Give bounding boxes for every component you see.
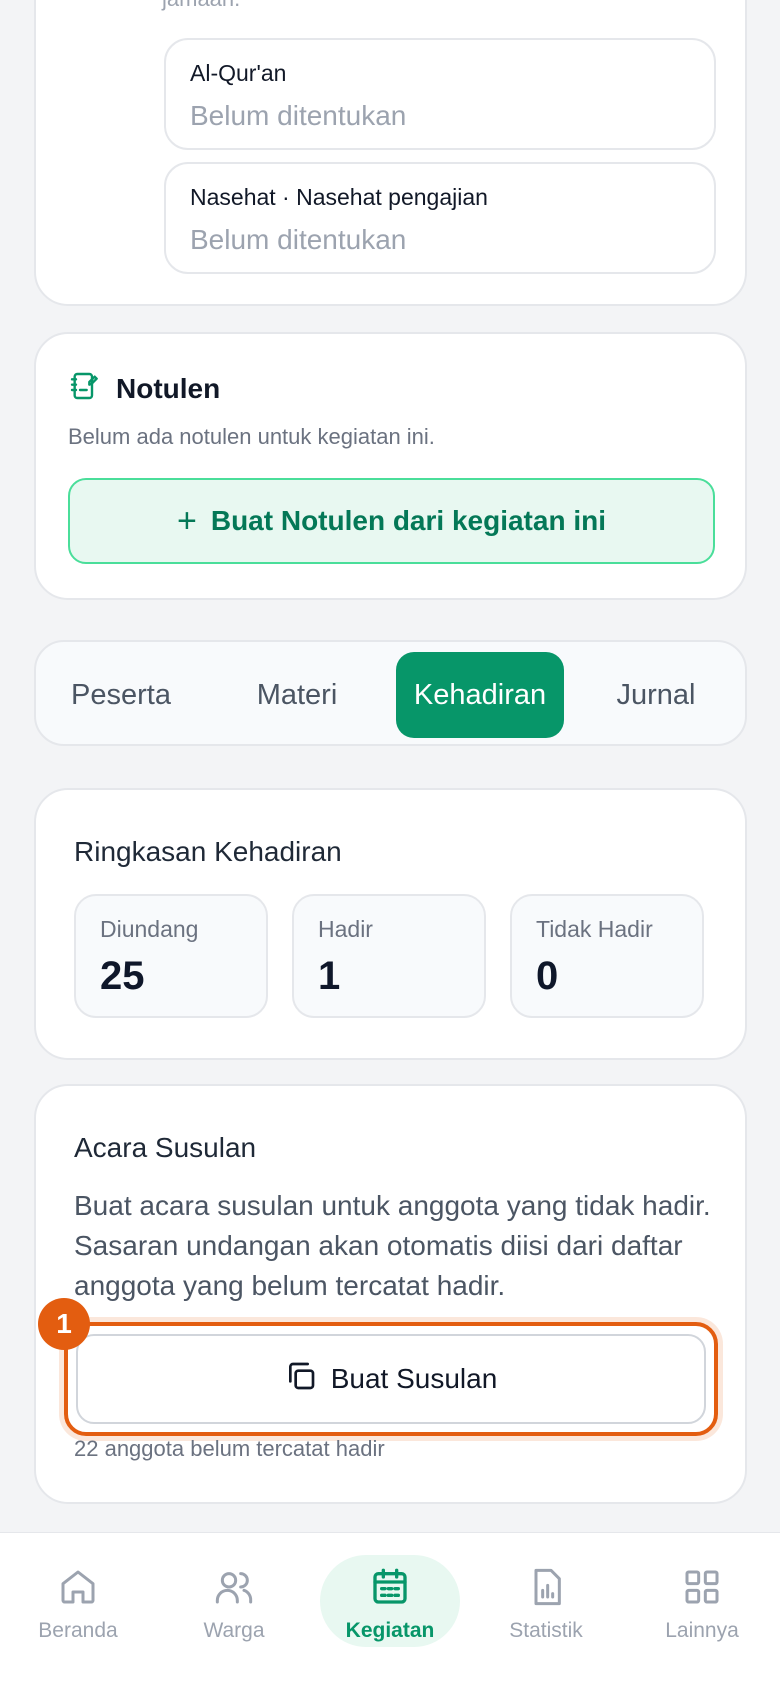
grid-icon	[682, 1567, 722, 1619]
tab-materi[interactable]: Materi	[222, 652, 372, 738]
stat-label: Diundang	[100, 916, 199, 942]
users-icon	[214, 1567, 254, 1619]
create-makeup-label: Buat Susulan	[330, 1363, 498, 1394]
stat-present: Hadir 1	[292, 894, 486, 1018]
materi-item-value: Belum ditentukan	[190, 224, 407, 255]
detail-tabs: Peserta Materi Kehadiran Jurnal	[34, 640, 747, 746]
stat-value: 25	[100, 954, 145, 998]
makeup-event-description: Buat acara susulan untuk anggota yang ti…	[74, 1190, 711, 1301]
notulen-title: Notulen	[116, 372, 221, 404]
notulen-header: Notulen	[68, 370, 220, 407]
home-icon	[58, 1567, 98, 1619]
nav-label: Beranda	[38, 1619, 118, 1642]
nav-label: Lainnya	[665, 1619, 739, 1642]
stat-label: Hadir	[318, 916, 373, 942]
materi-item-nasehat[interactable]: Nasehat · Nasehat pengajian Belum ditent…	[164, 162, 716, 274]
nav-label: Statistik	[509, 1619, 583, 1642]
materi-item-title: Nasehat · Nasehat pengajian	[190, 184, 488, 210]
stat-value: 0	[536, 954, 559, 998]
tab-peserta[interactable]: Peserta	[46, 652, 196, 738]
plus-icon: +	[176, 501, 197, 540]
stat-absent: Tidak Hadir 0	[510, 894, 704, 1018]
nav-beranda[interactable]: Beranda	[8, 1557, 148, 1653]
notebook-edit-icon	[68, 370, 100, 407]
nav-warga[interactable]: Warga	[164, 1557, 304, 1653]
stat-label: Tidak Hadir	[536, 916, 653, 942]
stat-invited: Diundang 25	[74, 894, 268, 1018]
makeup-event-card: Acara Susulan Buat acara susulan untuk a…	[34, 1084, 747, 1504]
bottom-navigation: Beranda Warga Kegiatan Statistik Lainnya	[0, 1532, 780, 1688]
notulen-description: Belum ada notulen untuk kegiatan ini.	[68, 424, 435, 449]
tab-jurnal[interactable]: Jurnal	[576, 652, 736, 738]
nav-kegiatan[interactable]: Kegiatan	[320, 1557, 460, 1653]
create-notulen-button[interactable]: + Buat Notulen dari kegiatan ini	[68, 478, 715, 564]
nav-label: Warga	[203, 1619, 265, 1642]
attendance-summary-card: Ringkasan Kehadiran Diundang 25 Hadir 1 …	[34, 788, 747, 1060]
materi-item-title: Al-Qur'an	[190, 60, 287, 86]
makeup-event-title: Acara Susulan	[74, 1132, 257, 1163]
nav-lainnya[interactable]: Lainnya	[632, 1557, 772, 1653]
absent-count-note: 22 anggota belum tercatat hadir	[74, 1436, 385, 1461]
stat-value: 1	[318, 954, 341, 998]
partial-description: jamaah.	[162, 0, 240, 12]
nav-label: Kegiatan	[345, 1619, 435, 1642]
materi-card: jamaah. Al-Qur'an Belum ditentukan Naseh…	[34, 0, 747, 306]
notulen-card: Notulen Belum ada notulen untuk kegiatan…	[34, 332, 747, 600]
materi-item-value: Belum ditentukan	[190, 100, 407, 131]
chart-icon	[526, 1567, 566, 1619]
calendar-icon	[370, 1567, 410, 1619]
create-makeup-button[interactable]: Buat Susulan	[76, 1334, 706, 1424]
attendance-summary-title: Ringkasan Kehadiran	[74, 836, 342, 867]
step-marker: 1	[38, 1298, 90, 1350]
copy-icon	[285, 1360, 331, 1399]
materi-item-alquran[interactable]: Al-Qur'an Belum ditentukan	[164, 38, 716, 150]
create-notulen-label: Buat Notulen dari kegiatan ini	[210, 505, 607, 536]
nav-statistik[interactable]: Statistik	[476, 1557, 616, 1653]
tab-kehadiran[interactable]: Kehadiran	[396, 652, 564, 738]
